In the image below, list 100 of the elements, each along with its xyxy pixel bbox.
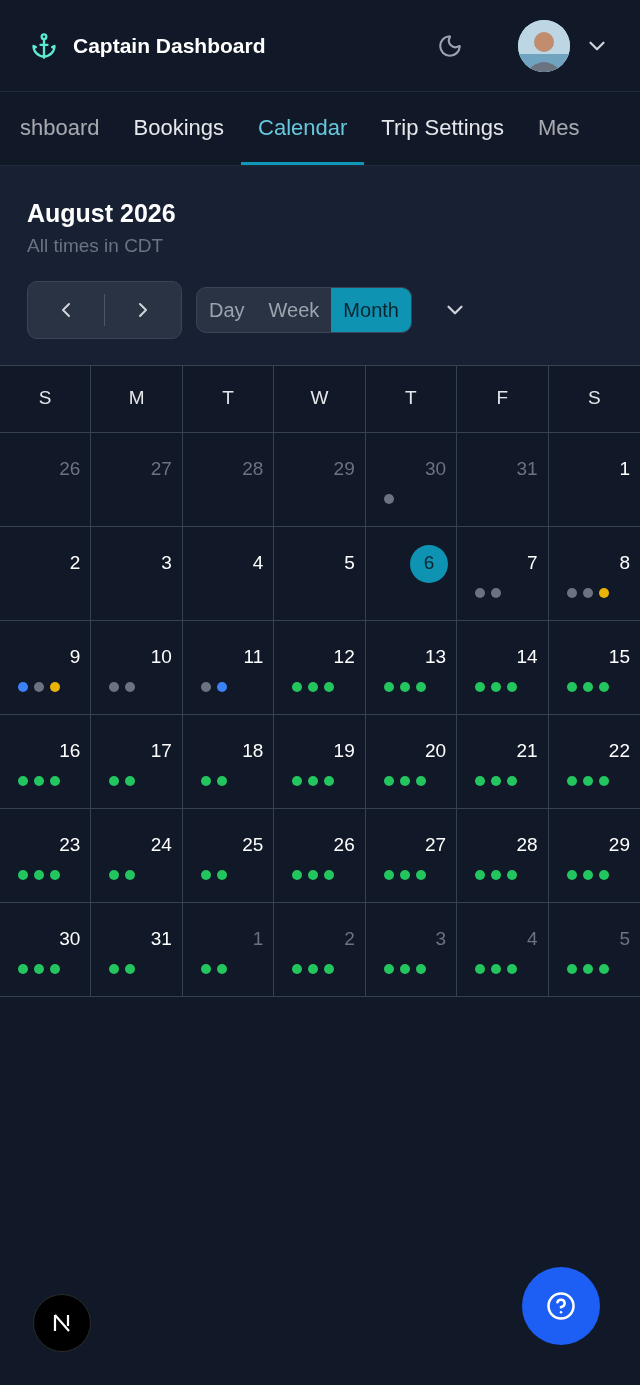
day-cell[interactable]: 29 bbox=[548, 808, 640, 902]
day-cell[interactable]: 28 bbox=[457, 808, 549, 902]
day-cell[interactable]: 1 bbox=[548, 432, 640, 526]
today-date: 6 bbox=[410, 544, 449, 583]
day-cell[interactable]: 6 bbox=[365, 526, 458, 620]
weekday-header: T bbox=[365, 365, 458, 432]
day-number: 4 bbox=[527, 927, 538, 952]
day-number: 2 bbox=[344, 927, 355, 952]
day-number: 4 bbox=[252, 551, 264, 576]
day-number: 31 bbox=[150, 927, 172, 952]
nav-tab[interactable]: Trip Settings bbox=[364, 92, 521, 165]
view-tab[interactable]: Week bbox=[256, 287, 332, 332]
day-cell[interactable]: 29 bbox=[274, 432, 366, 526]
day-number: 30 bbox=[425, 457, 447, 482]
day-number: 9 bbox=[69, 645, 81, 670]
day-number: 13 bbox=[425, 645, 447, 670]
day-number: 22 bbox=[608, 739, 630, 764]
month-title: August 2026 bbox=[27, 198, 177, 228]
day-number: 27 bbox=[425, 833, 447, 858]
nav-tab[interactable]: shboard bbox=[20, 92, 117, 165]
day-cell[interactable]: 26 bbox=[274, 808, 366, 902]
day-number: 2 bbox=[69, 551, 81, 576]
day-number: 10 bbox=[150, 645, 172, 670]
weekday-header: F bbox=[457, 365, 549, 432]
day-cell[interactable]: 25 bbox=[182, 808, 275, 902]
day-cell[interactable]: 27 bbox=[365, 808, 458, 902]
day-cell[interactable]: 13 bbox=[365, 620, 458, 714]
day-number: 8 bbox=[619, 551, 630, 576]
weekday-header: S bbox=[586, 386, 602, 411]
day-cell[interactable]: 21 bbox=[457, 714, 549, 808]
day-cell[interactable]: 2 bbox=[0, 526, 92, 620]
day-cell[interactable]: 30 bbox=[365, 432, 458, 526]
day-number: 28 bbox=[242, 457, 264, 482]
avatar-button[interactable] bbox=[518, 19, 570, 72]
day-cell[interactable]: 10 bbox=[91, 620, 183, 714]
day-number: 31 bbox=[516, 457, 538, 482]
day-cell[interactable]: 2 bbox=[274, 902, 366, 996]
day-cell[interactable]: 4 bbox=[182, 526, 275, 620]
day-cell[interactable]: 8 bbox=[548, 526, 640, 620]
view-tab[interactable]: Month bbox=[331, 287, 411, 332]
day-number: 26 bbox=[59, 457, 81, 482]
view-tab[interactable]: Day bbox=[197, 287, 257, 332]
day-number: 29 bbox=[333, 457, 355, 482]
day-number: 1 bbox=[252, 927, 264, 952]
day-number: 15 bbox=[608, 645, 630, 670]
day-cell[interactable]: 5 bbox=[274, 526, 366, 620]
day-number: 16 bbox=[59, 739, 81, 764]
day-cell[interactable]: 15 bbox=[548, 620, 640, 714]
day-cell[interactable]: 3 bbox=[91, 526, 183, 620]
day-number: 5 bbox=[344, 551, 355, 576]
day-number: 24 bbox=[150, 833, 172, 858]
day-cell[interactable]: 30 bbox=[0, 902, 92, 996]
day-number: 1 bbox=[619, 457, 630, 482]
day-number: 28 bbox=[516, 833, 538, 858]
day-cell[interactable]: 7 bbox=[457, 526, 549, 620]
day-number: 23 bbox=[59, 833, 81, 858]
day-number: 3 bbox=[161, 551, 172, 576]
day-cell[interactable]: 27 bbox=[91, 432, 183, 526]
day-cell[interactable]: 4 bbox=[457, 902, 549, 996]
day-cell[interactable]: 9 bbox=[0, 620, 92, 714]
day-number: 30 bbox=[59, 927, 81, 952]
app-title: Captain Dashboard bbox=[73, 32, 266, 59]
day-cell[interactable]: 20 bbox=[365, 714, 458, 808]
day-number: 29 bbox=[608, 833, 630, 858]
day-number: 19 bbox=[333, 739, 355, 764]
nav-tab[interactable]: Bookings bbox=[116, 92, 242, 165]
day-number: 26 bbox=[333, 833, 355, 858]
weekday-header: S bbox=[0, 365, 92, 432]
avatar-icon bbox=[518, 19, 570, 72]
day-number: 20 bbox=[425, 739, 447, 764]
day-cell[interactable]: 26 bbox=[0, 432, 92, 526]
timezone-note: All times in CDT bbox=[27, 234, 165, 258]
help-icon bbox=[546, 1291, 576, 1321]
day-cell[interactable]: 16 bbox=[0, 714, 92, 808]
day-cell[interactable]: 1 bbox=[182, 902, 275, 996]
day-cell[interactable]: 17 bbox=[91, 714, 183, 808]
day-cell[interactable]: 19 bbox=[274, 714, 366, 808]
day-cell[interactable]: 5 bbox=[548, 902, 640, 996]
day-number: 12 bbox=[333, 645, 355, 670]
day-cell[interactable]: 31 bbox=[91, 902, 183, 996]
day-cell[interactable]: 24 bbox=[91, 808, 183, 902]
day-cell[interactable]: 28 bbox=[182, 432, 275, 526]
day-cell[interactable]: 14 bbox=[457, 620, 549, 714]
day-number: 5 bbox=[619, 927, 630, 952]
day-cell[interactable]: 12 bbox=[274, 620, 366, 714]
day-number: 17 bbox=[150, 739, 172, 764]
day-number: 7 bbox=[527, 551, 538, 576]
day-cell[interactable]: 11 bbox=[182, 620, 275, 714]
day-number: 25 bbox=[242, 833, 264, 858]
nav-tab[interactable]: Mes bbox=[521, 92, 580, 165]
day-number: 18 bbox=[242, 739, 264, 764]
moon-icon bbox=[437, 32, 463, 59]
day-cell[interactable]: 22 bbox=[548, 714, 640, 808]
day-cell[interactable]: 3 bbox=[365, 902, 458, 996]
day-number: 3 bbox=[435, 927, 447, 952]
day-cell[interactable]: 23 bbox=[0, 808, 92, 902]
anchor-icon bbox=[30, 31, 58, 60]
day-cell[interactable]: 18 bbox=[182, 714, 275, 808]
day-cell[interactable]: 31 bbox=[457, 432, 549, 526]
weekday-header: M bbox=[91, 365, 183, 432]
